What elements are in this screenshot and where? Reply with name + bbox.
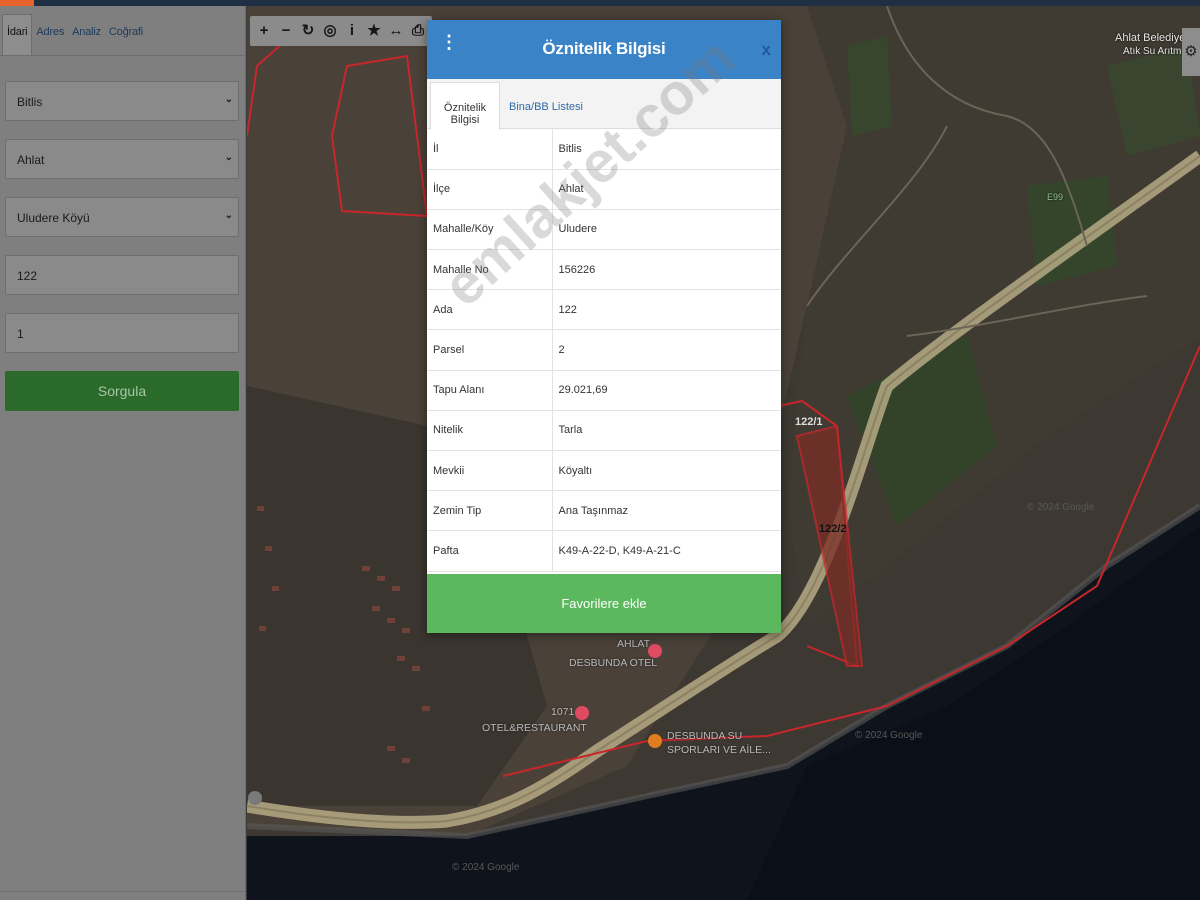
modal-tabs: Öznitelik Bilgisi Bina/BB Listesi — [427, 79, 781, 130]
attr-key: İl — [427, 129, 553, 170]
ilce-select-value: Ahlat — [17, 153, 45, 167]
panel-tabs: İdari Adres Analiz Coğrafi — [0, 6, 245, 56]
modal-header: ⋮ Öznitelik Bilgisi x — [427, 20, 781, 79]
table-row: Mahalle No 156226 — [427, 249, 781, 291]
road-label: E99 — [1047, 192, 1064, 202]
modal-title: Öznitelik Bilgisi — [542, 39, 666, 58]
map-label-atik-su: Atık Su Arıtm — [1123, 46, 1182, 57]
poi-label-desbunda-su[interactable]: DESBUNDA SU — [667, 730, 742, 742]
tab-bina-bb-listesi[interactable]: Bina/BB Listesi — [509, 82, 583, 130]
attr-value: Tarla — [552, 410, 781, 452]
tab-cografi[interactable]: Coğrafi — [105, 6, 147, 55]
table-row: Mahalle/Köy Uludere — [427, 209, 781, 251]
table-row: Ada 122 — [427, 289, 781, 331]
poi-label-1071[interactable]: 1071 — [551, 706, 574, 718]
attr-value: 2 — [552, 329, 781, 371]
table-row: Tapu Alanı 29.021,69 — [427, 370, 781, 411]
attr-key: Pafta — [427, 530, 553, 572]
attr-value: 156226 — [552, 249, 781, 291]
attr-value: 122 — [552, 289, 781, 331]
table-row: Nitelik Tarla — [427, 410, 781, 452]
attr-value: 29.021,69 — [552, 370, 781, 411]
ada-input-value: 122 — [17, 269, 38, 283]
attr-key: Parsel — [427, 329, 553, 371]
attr-value: Uludere — [552, 209, 781, 251]
left-panel: İdari Adres Analiz Coğrafi Bitlis ⌄ Ahla… — [0, 6, 246, 900]
map-toolbar: + − ↻ ◎ i ★ ↔ ⎙ — [250, 16, 432, 46]
google-attribution: © 2024 Google — [1027, 502, 1095, 513]
google-attribution: © 2024 Google — [855, 730, 923, 741]
attr-key: Mahalle No — [427, 249, 553, 291]
attribute-info-modal: ⋮ Öznitelik Bilgisi x Öznitelik Bilgisi … — [427, 20, 781, 633]
info-icon[interactable]: i — [342, 19, 362, 43]
table-row: Zemin Tip Ana Taşınmaz — [427, 490, 781, 532]
ilce-select[interactable]: Ahlat ⌄ — [5, 139, 239, 179]
attr-key: Mahalle/Köy — [427, 209, 553, 251]
table-row: Mevkii Köyaltı — [427, 450, 781, 492]
attr-key: İlçe — [427, 169, 553, 210]
table-row: İlçe Ahlat — [427, 169, 781, 210]
parcel-label-122-1[interactable]: 122/1 — [795, 416, 823, 428]
chevron-down-icon: ⌄ — [224, 210, 233, 221]
tab-adres[interactable]: Adres — [32, 6, 68, 55]
minus-icon[interactable]: − — [276, 19, 296, 43]
parsel-input-value: 1 — [17, 327, 24, 341]
table-row: Pafta K49-A-22-D, K49-A-21-C — [427, 530, 781, 572]
star-icon[interactable]: ★ — [364, 19, 384, 43]
table-row: İl Bitlis — [427, 129, 781, 170]
attr-key: Nitelik — [427, 410, 553, 452]
google-attribution: © 2024 Google — [452, 862, 520, 873]
panel-footer-divider — [0, 891, 246, 892]
attr-key: Ada — [427, 289, 553, 331]
parsel-input[interactable]: 1 — [5, 313, 239, 353]
measure-icon[interactable]: ↔ — [386, 19, 406, 43]
print-icon[interactable]: ⎙ — [408, 19, 428, 43]
attr-key: Zemin Tip — [427, 490, 553, 532]
map-label-belediye: Ahlat Belediyes — [1115, 32, 1191, 44]
ada-input[interactable]: 122 — [5, 255, 239, 295]
gear-icon[interactable]: ⚙ — [1182, 28, 1200, 76]
refresh-icon[interactable]: ↻ — [298, 19, 318, 43]
il-select[interactable]: Bitlis ⌄ — [5, 81, 239, 121]
mahalle-select[interactable]: Uludere Köyü ⌄ — [5, 197, 239, 237]
poi-label-sporlari[interactable]: SPORLARI VE AİLE... — [667, 744, 771, 756]
close-icon[interactable]: x — [762, 40, 771, 60]
attr-value: Ahlat — [552, 169, 781, 210]
poi-label-desbunda-otel[interactable]: DESBUNDA OTEL — [569, 657, 657, 669]
attr-value: K49-A-22-D, K49-A-21-C — [552, 530, 781, 572]
parcel-label-122-2[interactable]: 122/2 — [819, 523, 847, 535]
sorgula-button[interactable]: Sorgula — [5, 371, 239, 411]
attr-key: Tapu Alanı — [427, 370, 553, 411]
tab-idari[interactable]: İdari — [2, 14, 33, 55]
table-row: Parsel 2 — [427, 329, 781, 371]
attr-value: Bitlis — [552, 129, 781, 170]
attribute-table: İl Bitlis İlçe Ahlat Mahalle/Köy Uludere Ma… — [427, 129, 781, 572]
plus-icon[interactable]: + — [254, 19, 274, 43]
attr-value: Köyaltı — [552, 450, 781, 492]
tab-oznitelik-bilgisi[interactable]: Öznitelik Bilgisi — [430, 82, 500, 130]
chevron-down-icon: ⌄ — [224, 152, 233, 163]
mahalle-select-value: Uludere Köyü — [17, 211, 90, 225]
il-select-value: Bitlis — [17, 95, 43, 109]
tab-analiz[interactable]: Analiz — [68, 6, 105, 55]
attr-value: Ana Taşınmaz — [552, 490, 781, 532]
poi-label-ahlat[interactable]: AHLAT — [617, 638, 650, 650]
chevron-down-icon: ⌄ — [224, 94, 233, 105]
add-favorite-button[interactable]: Favorilere ekle — [427, 574, 781, 633]
attr-key: Mevkii — [427, 450, 553, 492]
poi-label-otel-restaurant[interactable]: OTEL&RESTAURANT — [482, 722, 587, 734]
locate-icon[interactable]: ◎ — [320, 19, 340, 43]
